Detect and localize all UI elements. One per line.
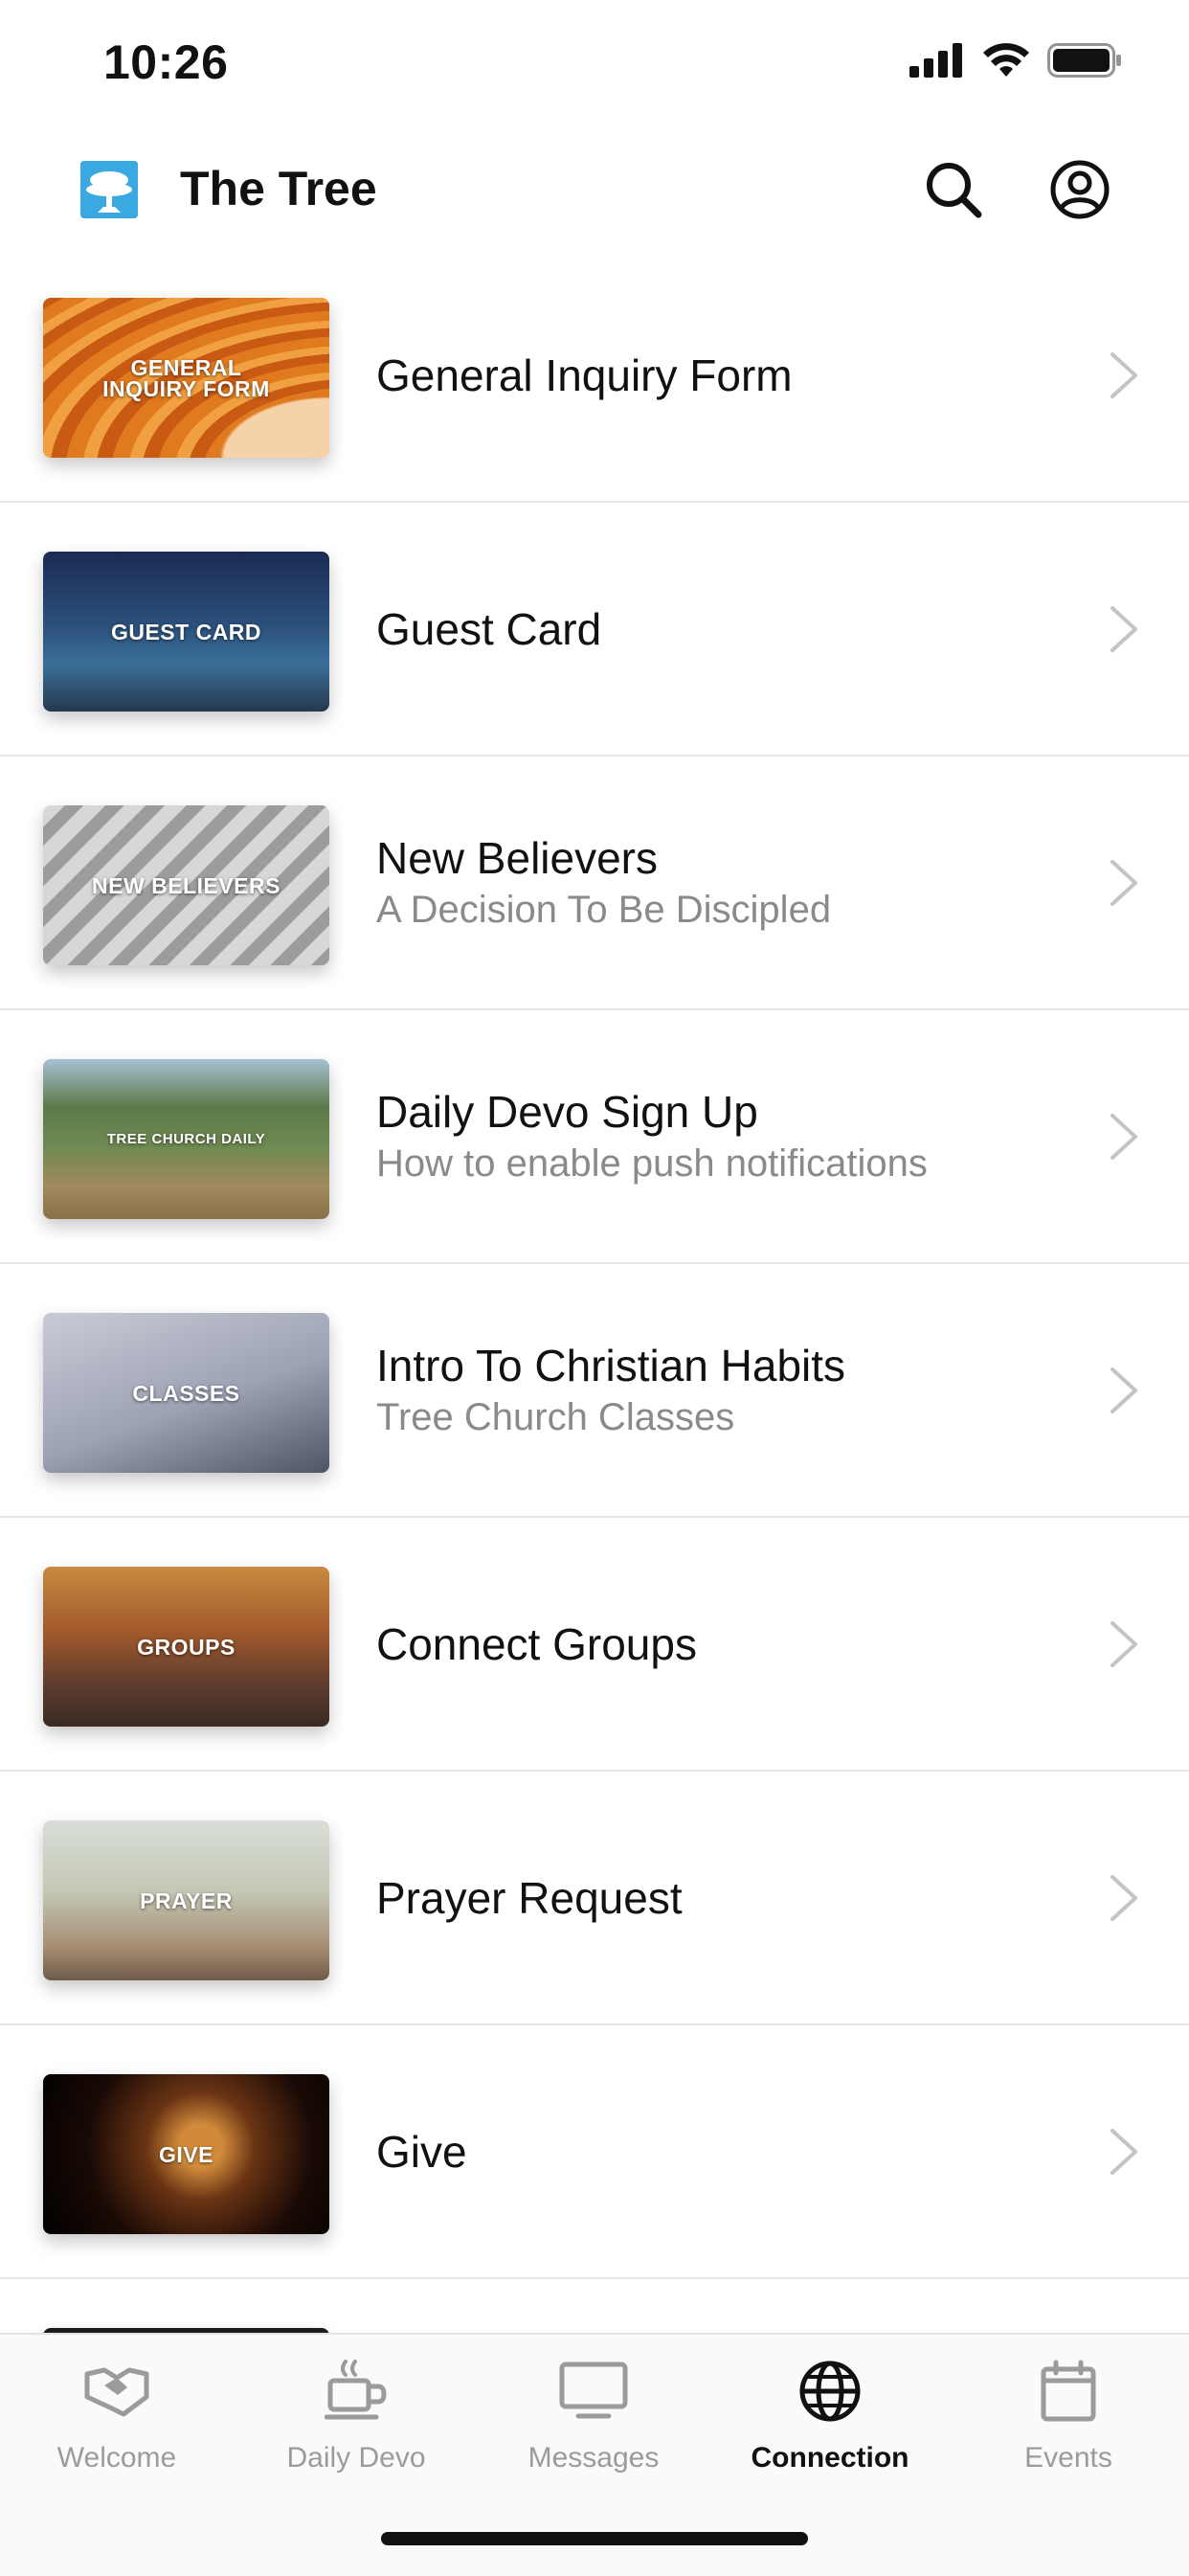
tab-label: Connection	[751, 2442, 909, 2474]
thumbnail-label: GENERAL INQUIRY FORM	[102, 354, 270, 401]
chevron-right-icon	[1110, 2129, 1137, 2175]
wifi-icon	[983, 43, 1029, 77]
item-title: Give	[376, 2126, 467, 2177]
tab-connection[interactable]: Connection	[725, 2356, 935, 2499]
thumbnail-label: GIVE	[159, 2141, 213, 2167]
list-item-guest-card[interactable]: GUEST CARD Guest Card	[0, 503, 1189, 757]
item-title: Prayer Request	[376, 1872, 683, 1923]
status-icons	[909, 42, 1122, 79]
thumbnail-image: GROUPS	[43, 1567, 329, 1727]
status-time: 10:26	[103, 35, 229, 89]
item-title: Connect Groups	[376, 1618, 697, 1669]
thumbnail-label: GROUPS	[137, 1634, 236, 1660]
list-item-partial[interactable]	[0, 2279, 1189, 2333]
chevron-right-icon	[1110, 606, 1137, 652]
item-title: Daily Devo Sign Up	[376, 1086, 758, 1137]
thumbnail-image: GIVE	[43, 2074, 329, 2234]
tab-messages[interactable]: Messages	[488, 2356, 699, 2499]
tv-icon	[559, 2361, 628, 2419]
thumbnail-image: GUEST CARD	[43, 552, 329, 712]
search-icon	[927, 163, 982, 218]
search-button[interactable]	[919, 155, 988, 224]
tab-welcome[interactable]: Welcome	[11, 2356, 222, 2499]
handshake-icon	[84, 2367, 149, 2417]
list-item-connect-groups[interactable]: GROUPS Connect Groups	[0, 1518, 1189, 1772]
account-icon	[1050, 160, 1110, 219]
thumbnail-image: CLASSES	[43, 1313, 329, 1473]
connection-list: GENERAL INQUIRY FORM General Inquiry For…	[0, 249, 1189, 2333]
status-bar: 10:26	[0, 0, 1189, 124]
thumbnail-label: NEW BELIEVERS	[92, 872, 280, 898]
app-header: The Tree	[0, 134, 1189, 249]
thumbnail-image: GENERAL INQUIRY FORM	[43, 298, 329, 458]
chevron-right-icon	[1110, 1875, 1137, 1921]
thumbnail-image: TREE CHURCH DAILY	[43, 1059, 329, 1219]
thumbnail-image: PRAYER	[43, 1820, 329, 1980]
cellular-signal-icon	[909, 43, 962, 78]
list-item-general-inquiry[interactable]: GENERAL INQUIRY FORM General Inquiry For…	[0, 249, 1189, 503]
coffee-cup-icon	[325, 2360, 387, 2420]
list-item-prayer-request[interactable]: PRAYER Prayer Request	[0, 1772, 1189, 2025]
item-subtitle: How to enable push notifications	[376, 1141, 928, 1185]
tab-label: Welcome	[56, 2442, 177, 2474]
tab-label: Events	[1024, 2442, 1112, 2474]
item-subtitle: Tree Church Classes	[376, 1395, 735, 1438]
item-title: New Believers	[376, 832, 658, 883]
app-title: The Tree	[180, 162, 377, 215]
thumbnail-label: TREE CHURCH DAILY	[106, 1130, 266, 1147]
chevron-right-icon	[1110, 352, 1137, 398]
home-indicator[interactable]	[381, 2532, 808, 2545]
list-item-new-believers[interactable]: NEW BELIEVERS New Believers A Decision T…	[0, 757, 1189, 1010]
tab-daily-devo[interactable]: Daily Devo	[251, 2356, 461, 2499]
chevron-right-icon	[1110, 860, 1137, 906]
chevron-right-icon	[1110, 1621, 1137, 1667]
thumbnail-label: GUEST CARD	[110, 619, 262, 644]
tab-events[interactable]: Events	[963, 2356, 1174, 2499]
chevron-right-icon	[1110, 1114, 1137, 1160]
list-item-daily-devo[interactable]: TREE CHURCH DAILY Daily Devo Sign Up How…	[0, 1010, 1189, 1264]
thumbnail-image: NEW BELIEVERS	[43, 805, 329, 965]
list-item-christian-habits[interactable]: CLASSES Intro To Christian Habits Tree C…	[0, 1264, 1189, 1518]
item-title: General Inquiry Form	[376, 350, 793, 400]
tab-label: Daily Devo	[286, 2442, 426, 2474]
chevron-right-icon	[1110, 1367, 1137, 1413]
tree-logo-icon	[80, 161, 138, 218]
calendar-icon	[1041, 2360, 1096, 2422]
item-title: Guest Card	[376, 603, 602, 654]
account-button[interactable]	[1045, 155, 1114, 224]
thumbnail-label: PRAYER	[140, 1887, 233, 1913]
thumbnail-label: CLASSES	[132, 1380, 240, 1406]
item-title: Intro To Christian Habits	[376, 1340, 846, 1390]
tab-label: Messages	[527, 2442, 660, 2474]
battery-icon	[1047, 43, 1121, 78]
item-subtitle: A Decision To Be Discipled	[376, 888, 832, 931]
list-item-give[interactable]: GIVE Give	[0, 2025, 1189, 2279]
globe-icon	[799, 2361, 861, 2422]
